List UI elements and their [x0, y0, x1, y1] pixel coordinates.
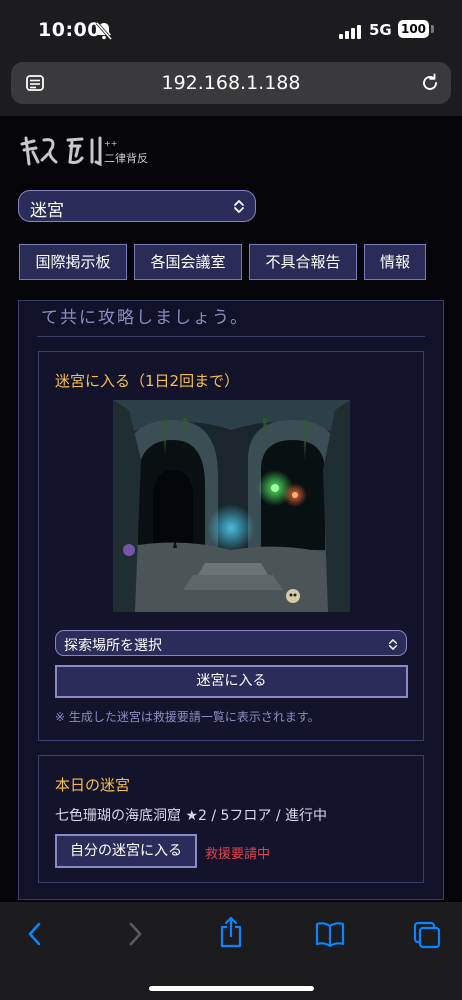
web-page: ++ 二律背反 迷宮 国際掲示板 各国会議室 不具合報告 情報 て共に攻略しまし… — [0, 116, 462, 902]
exploration-location-select[interactable]: 探索場所を選択 — [55, 630, 407, 656]
status-time: 10:00 — [38, 19, 101, 41]
labyrinth-image — [113, 400, 350, 612]
status-bar: 10:00 5G 100 — [0, 0, 462, 60]
address-bar[interactable]: 192.168.1.188 — [11, 62, 451, 104]
chevron-updown-icon — [233, 199, 245, 218]
location-select[interactable]: 迷宮 — [18, 190, 256, 222]
labyrinth-note: ※ 生成した迷宮は救援要請一覧に表示されます。 — [55, 710, 320, 724]
network-type: 5G — [369, 21, 392, 39]
browser-chrome: 192.168.1.188 — [0, 60, 462, 116]
site-logo[interactable]: ++ 二律背反 — [20, 134, 160, 172]
today-labyrinth-title: 本日の迷宮 — [55, 776, 131, 794]
forward-icon[interactable] — [124, 920, 146, 952]
enter-labyrinth-button[interactable]: 迷宮に入る — [55, 665, 408, 698]
silent-bell-icon — [95, 22, 113, 44]
enter-labyrinth-card: 迷宮に入る（1日2回まで） 探索場所を選択 迷宮に入る ※ 生成した迷宮は救援要… — [38, 351, 424, 741]
battery-tip — [431, 25, 434, 33]
nav-bug-report-button[interactable]: 不具合報告 — [249, 244, 357, 280]
browser-toolbar — [0, 902, 462, 1000]
tabs-icon[interactable] — [412, 920, 442, 954]
chevron-updown-icon — [388, 636, 398, 655]
main-panel: て共に攻略しましょう。 迷宮に入る（1日2回まで） 探索場所を選択 迷宮に入る … — [18, 300, 444, 900]
nav-conference-room-button[interactable]: 各国会議室 — [134, 244, 242, 280]
today-labyrinth-info: 七色珊瑚の海底洞窟 ★2 / 5フロア / 進行中 — [55, 808, 328, 824]
cellular-signal-icon — [339, 24, 363, 43]
enter-own-labyrinth-button[interactable]: 自分の迷宮に入る — [55, 834, 197, 868]
enter-labyrinth-title: 迷宮に入る（1日2回まで） — [55, 372, 240, 390]
rescue-status: 救援要請中 — [205, 847, 271, 862]
today-labyrinth-card: 本日の迷宮 七色珊瑚の海底洞窟 ★2 / 5フロア / 進行中 自分の迷宮に入る… — [38, 755, 424, 883]
intro-text: て共に攻略しましょう。 — [41, 308, 249, 328]
location-select-value: 迷宮 — [30, 201, 64, 221]
exploration-location-placeholder: 探索場所を選択 — [64, 638, 162, 654]
url-text[interactable]: 192.168.1.188 — [11, 72, 451, 94]
home-indicator — [149, 986, 314, 991]
nav-international-board-button[interactable]: 国際掲示板 — [19, 244, 127, 280]
divider — [37, 336, 425, 337]
logo-subtitle: 二律背反 — [104, 151, 148, 165]
reload-icon[interactable] — [419, 72, 441, 98]
back-icon[interactable] — [24, 920, 46, 952]
battery-icon: 100 — [398, 20, 429, 38]
svg-text:++: ++ — [104, 139, 117, 148]
bookmarks-icon[interactable] — [314, 920, 346, 952]
nav-info-button[interactable]: 情報 — [364, 244, 426, 280]
share-icon[interactable] — [218, 916, 244, 952]
